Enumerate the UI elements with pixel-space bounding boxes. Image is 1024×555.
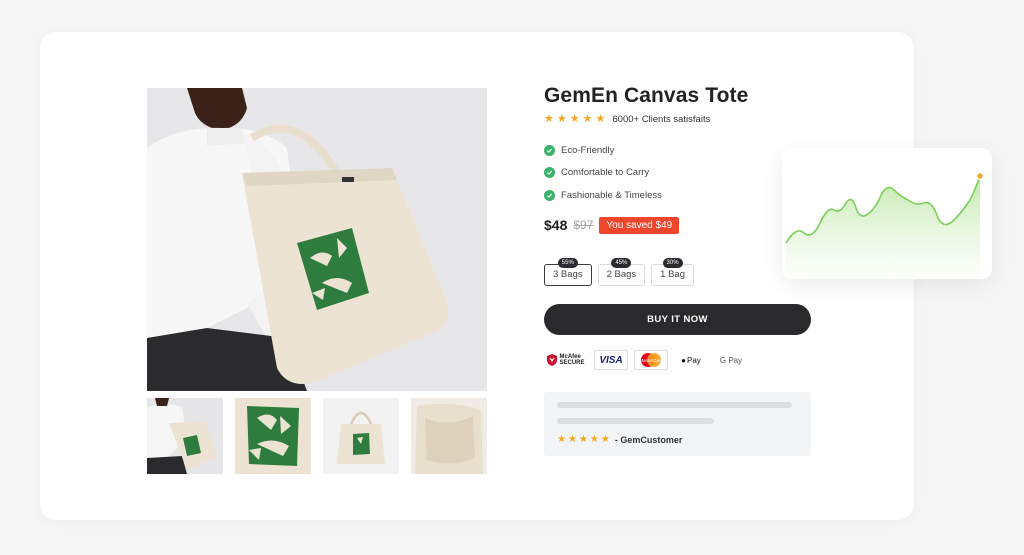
thumbnail-1[interactable] bbox=[147, 398, 223, 474]
compare-price: $97 bbox=[573, 218, 594, 232]
bundle-label: 2 Bags bbox=[606, 269, 637, 280]
bundle-selector: 55% 3 Bags 45% 2 Bags 30% 1 Bag bbox=[544, 257, 814, 286]
star-icon: ★ bbox=[569, 113, 580, 125]
bundle-option-3-bags[interactable]: 55% 3 Bags bbox=[544, 257, 592, 286]
review-text-placeholder bbox=[557, 402, 792, 408]
discount-badge: 30% bbox=[662, 257, 683, 268]
review-footer: ★ ★ ★ ★ ★ - GemCustomer bbox=[557, 434, 683, 446]
star-icon: ★ bbox=[595, 113, 606, 125]
thumbnail-3[interactable] bbox=[323, 398, 399, 474]
thumbnail-4[interactable] bbox=[411, 398, 487, 474]
current-price: $48 bbox=[544, 217, 568, 233]
bundle-label: 1 Bag bbox=[660, 269, 685, 280]
feature-label: Fashionable & Timeless bbox=[561, 189, 662, 201]
apple-pay-label: Pay bbox=[687, 355, 701, 365]
bundle-label: 3 Bags bbox=[553, 269, 583, 280]
star-icon: ★ bbox=[567, 434, 577, 445]
star-icon: ★ bbox=[589, 434, 599, 445]
star-icon: ★ bbox=[556, 113, 567, 125]
check-icon bbox=[544, 189, 555, 201]
discount-badge: 45% bbox=[611, 257, 632, 268]
feature-list: Eco-Friendly Comfortable to Carry Fashio… bbox=[544, 139, 814, 207]
product-main-image[interactable] bbox=[147, 88, 487, 391]
savings-badge: You saved $49 bbox=[599, 216, 680, 234]
star-icon: ★ bbox=[557, 434, 566, 445]
review-author: - GemCustomer bbox=[614, 435, 683, 445]
check-icon bbox=[544, 144, 555, 156]
visa-label: VISA bbox=[599, 354, 623, 366]
rating-row: ★ ★ ★ ★ ★ 6000+ Clients satisfaits bbox=[544, 113, 814, 126]
bundle-option-1-bag[interactable]: 30% 1 Bag bbox=[651, 257, 694, 286]
feature-item: Fashionable & Timeless bbox=[544, 184, 814, 207]
bundle-option-2-bags[interactable]: 45% 2 Bags bbox=[597, 257, 646, 286]
review-card: ★ ★ ★ ★ ★ - GemCustomer bbox=[544, 392, 811, 456]
star-icon: ★ bbox=[544, 113, 554, 125]
feature-item: Comfortable to Carry bbox=[544, 162, 814, 185]
mastercard-icon: MasterCard bbox=[634, 350, 668, 370]
review-text-placeholder bbox=[557, 418, 714, 424]
google-pay-label: G Pay bbox=[719, 355, 743, 365]
thumbnail-strip bbox=[147, 398, 487, 474]
feature-item: Eco-Friendly bbox=[544, 139, 814, 162]
star-icon: ★ bbox=[582, 113, 593, 125]
star-icon: ★ bbox=[600, 434, 610, 445]
feature-label: Eco-Friendly bbox=[561, 144, 615, 156]
discount-badge: 55% bbox=[557, 257, 578, 268]
buy-now-button[interactable]: BUY IT NOW bbox=[544, 304, 811, 335]
product-title: GemEn Canvas Tote bbox=[544, 84, 749, 107]
visa-icon: VISA bbox=[594, 350, 628, 370]
growth-chart-card bbox=[782, 148, 992, 279]
feature-label: Comfortable to Carry bbox=[561, 167, 650, 179]
product-info: GemEn Canvas Tote ★ ★ ★ ★ ★ 6000+ Client… bbox=[544, 84, 814, 286]
chart-end-dot bbox=[976, 172, 984, 180]
google-pay-icon: G Pay bbox=[714, 350, 748, 370]
apple-pay-icon: ● Pay bbox=[681, 355, 701, 365]
growth-chart bbox=[785, 172, 984, 279]
star-icon: ★ bbox=[578, 434, 588, 445]
thumbnail-2[interactable] bbox=[235, 398, 311, 474]
mcafee-shield-icon: McAfee SECURE bbox=[544, 350, 588, 370]
mastercard-label: MasterCard bbox=[639, 357, 663, 363]
price-row: $48 $97 You saved $49 bbox=[544, 216, 814, 234]
rating-text: 6000+ Clients satisfaits bbox=[612, 114, 711, 125]
payment-icons: McAfee SECURE VISA MasterCard ● Pay G Pay bbox=[544, 350, 748, 370]
mcafee-secure-label: SECURE bbox=[559, 360, 585, 366]
check-icon bbox=[544, 167, 555, 179]
